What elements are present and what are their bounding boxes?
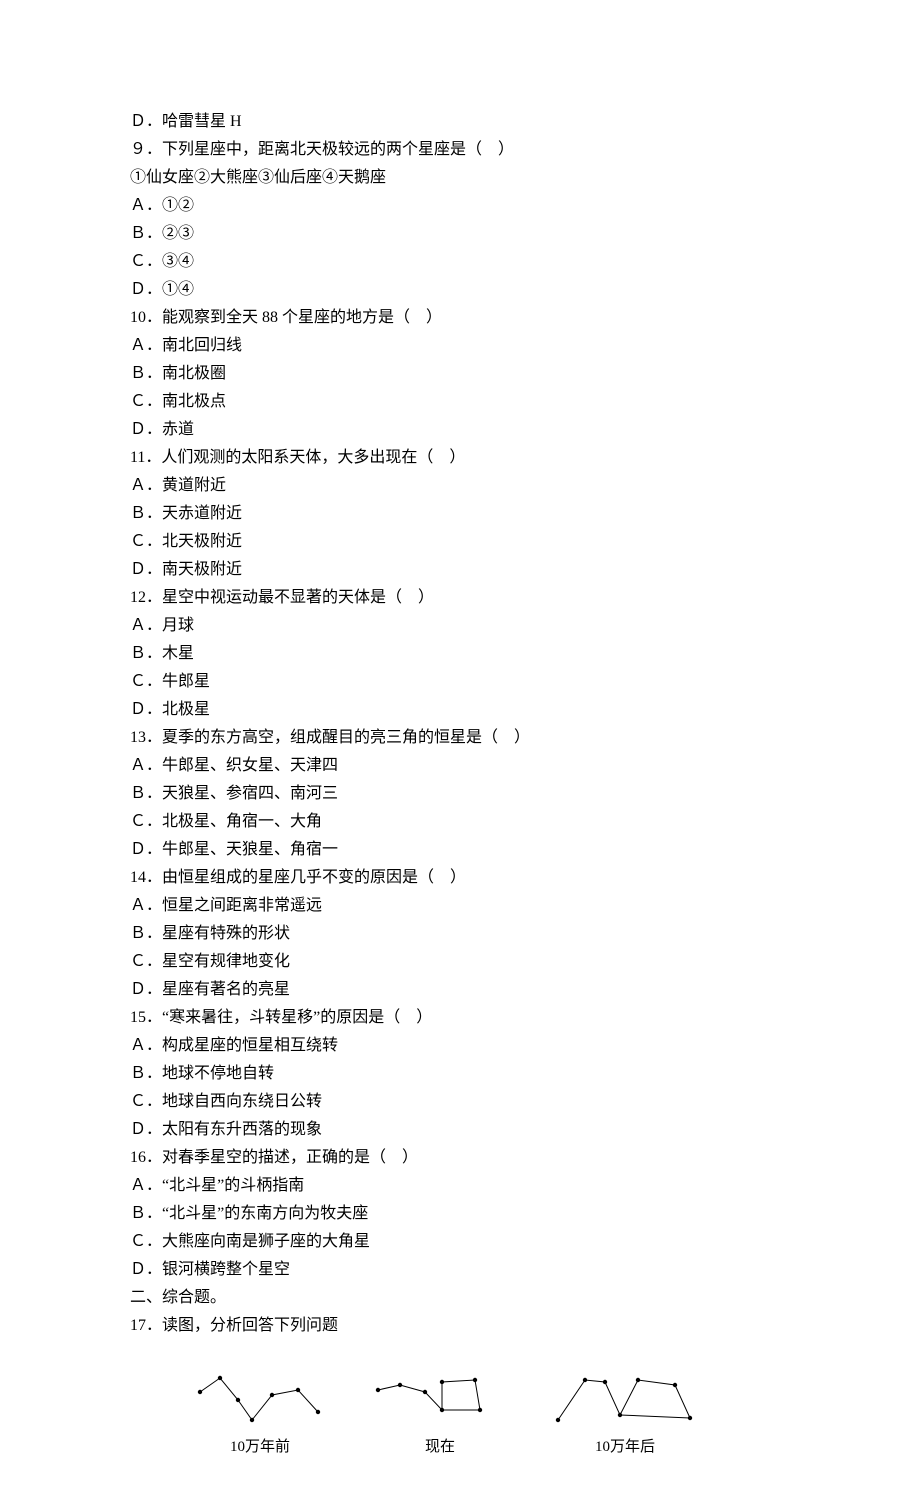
option-14a: Ａ．恒星之间距离非常遥远 [130,892,790,920]
constellation-now: 现在 [370,1370,510,1460]
question-14: 14．由恒星组成的星座几乎不变的原因是（ ） [130,864,790,892]
caption-past: 10万年前 [230,1434,290,1460]
option-16c: Ｃ．大熊座向南是狮子座的大角星 [130,1228,790,1256]
question-17: 17．读图，分析回答下列问题 [130,1312,790,1340]
big-dipper-past-icon [190,1370,330,1430]
constellation-future: 10万年后 [550,1370,700,1460]
option-13b: Ｂ．天狼星、参宿四、南河三 [130,780,790,808]
option-13d: Ｄ．牛郎星、天狼星、角宿一 [130,836,790,864]
option-15a: Ａ．构成星座的恒星相互绕转 [130,1032,790,1060]
option-9b: Ｂ．②③ [130,220,790,248]
question-9: ９．下列星座中，距离北天极较远的两个星座是（ ） [130,136,790,164]
option-11d: Ｄ．南天极附近 [130,556,790,584]
question-10: 10．能观察到全天 88 个星座的地方是（ ） [130,304,790,332]
question-15: 15．“寒来暑往，斗转星移”的原因是（ ） [130,1004,790,1032]
option-11a: Ａ．黄道附近 [130,472,790,500]
question-9-stems: ①仙女座②大熊座③仙后座④天鹅座 [130,164,790,192]
option-15c: Ｃ．地球自西向东绕日公转 [130,1088,790,1116]
caption-now: 现在 [425,1434,455,1460]
option-10c: Ｃ．南北极点 [130,388,790,416]
option-16b: Ｂ．“北斗星”的东南方向为牧夫座 [130,1200,790,1228]
option-9c: Ｃ．③④ [130,248,790,276]
option-13a: Ａ．牛郎星、织女星、天津四 [130,752,790,780]
option-12a: Ａ．月球 [130,612,790,640]
option-12c: Ｃ．牛郎星 [130,668,790,696]
option-15d: Ｄ．太阳有东升西落的现象 [130,1116,790,1144]
option-10a: Ａ．南北回归线 [130,332,790,360]
option-14d: Ｄ．星座有著名的亮星 [130,976,790,1004]
option-11b: Ｂ．天赤道附近 [130,500,790,528]
option-14c: Ｃ．星空有规律地变化 [130,948,790,976]
option-15b: Ｂ．地球不停地自转 [130,1060,790,1088]
option-14b: Ｂ．星座有特殊的形状 [130,920,790,948]
option-13c: Ｃ．北极星、角宿一、大角 [130,808,790,836]
big-dipper-now-icon [370,1370,510,1430]
document-page: Ｄ．哈雷彗星 H ９．下列星座中，距离北天极较远的两个星座是（ ） ①仙女座②大… [0,0,920,1500]
option-12d: Ｄ．北极星 [130,696,790,724]
option-9a: Ａ．①② [130,192,790,220]
option-12b: Ｂ．木星 [130,640,790,668]
constellation-past: 10万年前 [190,1370,330,1460]
question-11: 11．人们观测的太阳系天体，大多出现在（ ） [130,444,790,472]
option-8d: Ｄ．哈雷彗星 H [130,108,790,136]
option-10b: Ｂ．南北极圈 [130,360,790,388]
option-16a: Ａ．“北斗星”的斗柄指南 [130,1172,790,1200]
question-16: 16．对春季星空的描述，正确的是（ ） [130,1144,790,1172]
big-dipper-future-icon [550,1370,700,1430]
option-9d: Ｄ．①④ [130,276,790,304]
constellation-diagram-row: 10万年前 现在 [130,1340,790,1460]
question-13: 13．夏季的东方高空，组成醒目的亮三角的恒星是（ ） [130,724,790,752]
section-2-heading: 二、综合题。 [130,1284,790,1312]
option-16d: Ｄ．银河横跨整个星空 [130,1256,790,1284]
option-11c: Ｃ．北天极附近 [130,528,790,556]
question-12: 12．星空中视运动最不显著的天体是（ ） [130,584,790,612]
option-10d: Ｄ．赤道 [130,416,790,444]
caption-future: 10万年后 [595,1434,655,1460]
